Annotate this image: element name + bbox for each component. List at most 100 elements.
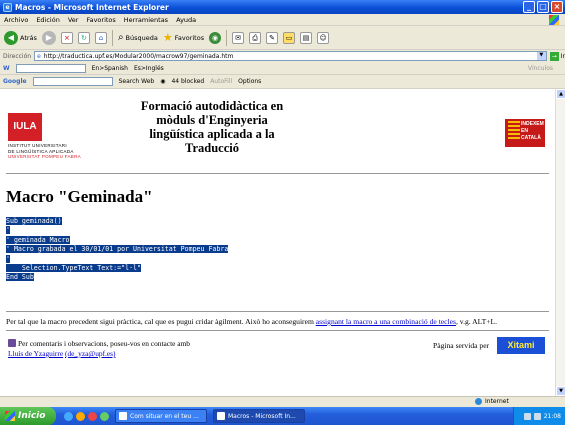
ie-task-icon	[217, 412, 225, 420]
footer-contact: Per comentaris i observacions, poseu-vos…	[8, 339, 198, 359]
standard-toolbar: ◀ Atrás ▶ × ↻ ⌂ ⌕ Búsqueda ★ Favoritos ◉…	[0, 26, 565, 50]
page-content: IULA INSTITUT UNIVERSITARI DE LINGÜÍSTIC…	[0, 89, 555, 396]
google-logo[interactable]: Google	[3, 78, 27, 85]
minimize-button[interactable]: _	[523, 1, 535, 13]
firefox-quicklaunch-icon[interactable]	[76, 411, 85, 421]
menu-edicion[interactable]: Edición	[36, 16, 60, 24]
system-tray: 21:08	[513, 407, 565, 425]
task1-label: Com situar en el teu ...	[130, 412, 199, 420]
close-button[interactable]: ×	[551, 1, 563, 13]
start-button[interactable]: Inicio	[0, 407, 56, 425]
email-link[interactable]: (de_yza@upf.es)	[65, 349, 116, 358]
vertical-scrollbar[interactable]: ▲ ▼	[555, 89, 565, 396]
translation-toolbar: W En>Spanish Es>Inglés Vínculos	[0, 62, 565, 75]
word-icon	[119, 412, 127, 420]
toolbar-separator	[111, 29, 113, 46]
taskbar-item-word[interactable]: Com situar en el teu ...	[115, 409, 207, 423]
ie-icon: e	[3, 2, 12, 12]
address-label: Dirección	[3, 52, 32, 60]
page-title: Macro "Geminada"	[6, 187, 153, 206]
served-by-label: Pàgina servida per	[433, 341, 490, 350]
mail-button[interactable]: ✉	[232, 31, 245, 44]
address-bar: Dirección e http://traductica.upf.es/Mod…	[0, 50, 565, 62]
scroll-down-icon[interactable]: ▼	[556, 386, 565, 396]
forward-button[interactable]: ▶	[41, 30, 56, 45]
autofill-button[interactable]: AutoFill	[210, 78, 232, 85]
menu-archivo[interactable]: Archivo	[4, 16, 28, 24]
menu-herramientas[interactable]: Herramientas	[124, 16, 168, 24]
author-link[interactable]: Lluís de Yzaguirre	[8, 349, 63, 358]
search-icon: ⌕	[117, 32, 124, 43]
en-spanish-button[interactable]: En>Spanish	[92, 65, 128, 72]
zone-label: Internet	[485, 398, 509, 405]
translate-input[interactable]	[15, 63, 86, 73]
es-ingles-button[interactable]: Es>Inglés	[134, 65, 164, 72]
messenger-button[interactable]: ☺	[317, 31, 330, 44]
start-label: Inicio	[18, 411, 46, 421]
back-label: Atrás	[20, 33, 37, 42]
taskbar-item-ie[interactable]: Macros - Microsoft In...	[213, 409, 305, 423]
code-line: Selection.TypeText Text:="l·l"	[6, 264, 141, 273]
media-quicklaunch-icon[interactable]	[88, 411, 97, 421]
menu-favoritos[interactable]: Favoritos	[86, 16, 115, 24]
favorites-button[interactable]: ★ Favoritos	[163, 31, 204, 44]
tray-icon[interactable]	[533, 412, 541, 420]
iula-mark: IULA	[8, 113, 42, 141]
back-button[interactable]: ◀ Atrás	[4, 30, 37, 45]
code-line: ' geminada Macro	[6, 235, 70, 244]
go-label: Ir	[560, 52, 565, 60]
macro-code: Sub geminada() ' ' geminada Macro ' Macr…	[6, 217, 229, 283]
pen-icon	[8, 339, 16, 347]
windows-logo-icon	[549, 15, 559, 25]
stop-button[interactable]: ×	[60, 31, 73, 44]
go-arrow-icon: →	[549, 51, 559, 61]
media-button[interactable]: ◉	[209, 31, 222, 44]
page-icon: e	[37, 52, 41, 60]
globe-icon	[475, 398, 482, 405]
page-heading: Formació autodidàctica en mòduls d'Engin…	[140, 99, 284, 155]
refresh-button[interactable]: ↻	[77, 31, 90, 44]
links-label[interactable]: Vínculos	[528, 65, 553, 72]
quick-launch	[64, 411, 109, 421]
ie-quicklaunch-icon[interactable]	[64, 411, 73, 421]
home-button[interactable]: ⌂	[94, 31, 107, 44]
indexem-text3: CATALÀ	[521, 135, 541, 141]
search-label: Búsqueda	[125, 33, 158, 42]
desktop-quicklaunch-icon[interactable]	[100, 411, 109, 421]
scroll-up-icon[interactable]: ▲	[556, 89, 565, 99]
edit-button[interactable]: ✎	[266, 31, 279, 44]
xitami-logo[interactable]: Xitami	[497, 337, 545, 354]
indexem-text2: EN	[521, 128, 528, 134]
menu-ver[interactable]: Ver	[68, 16, 79, 24]
menu-bar: Archivo Edición Ver Favoritos Herramient…	[0, 14, 565, 26]
menu-ayuda[interactable]: Ayuda	[176, 16, 196, 24]
star-icon: ★	[162, 31, 173, 44]
back-arrow-icon: ◀	[4, 30, 18, 45]
toolbar-separator	[226, 29, 228, 46]
indexem-text1: INDEXEM	[521, 121, 544, 127]
clock: 21:08	[543, 412, 561, 420]
research-button[interactable]: ▤	[300, 31, 313, 44]
folder-button[interactable]: ▭	[283, 31, 296, 44]
maximize-button[interactable]: □	[537, 1, 549, 13]
taskbar: Inicio Com situar en el teu ... Macros -…	[0, 407, 565, 425]
w-icon: W	[3, 64, 10, 72]
task2-label: Macros - Microsoft In...	[228, 412, 296, 420]
code-line: Sub geminada()	[6, 217, 62, 225]
go-button[interactable]: → Ir	[549, 51, 565, 61]
address-input[interactable]: e http://traductica.upf.es/Modular2000/m…	[34, 51, 547, 61]
assign-shortcut-link[interactable]: assignant la macro a una combinació de t…	[316, 317, 456, 326]
instructions-paragraph: Per tal que la macro precedent sigui prà…	[6, 317, 551, 326]
google-search-input[interactable]	[32, 77, 113, 86]
search-web-button[interactable]: Search Web	[119, 78, 155, 85]
search-button[interactable]: ⌕ Búsqueda	[118, 32, 158, 43]
address-dropdown-icon[interactable]: ▼	[536, 52, 546, 60]
iula-logo: IULA INSTITUT UNIVERSITARI DE LINGÜÍSTIC…	[8, 109, 128, 159]
options-button[interactable]: Options	[238, 78, 261, 85]
popup-blocked-button[interactable]: 44 blocked	[171, 78, 204, 85]
iula-text: INSTITUT UNIVERSITARI DE LINGÜÍSTICA APL…	[8, 143, 133, 160]
page-rank-icon[interactable]: ◉	[160, 78, 165, 85]
print-button[interactable]: ⎙	[249, 31, 262, 44]
tray-icon[interactable]	[523, 412, 531, 420]
iula-line3: UNIVERSITAT POMPEU FABRA	[8, 154, 81, 159]
